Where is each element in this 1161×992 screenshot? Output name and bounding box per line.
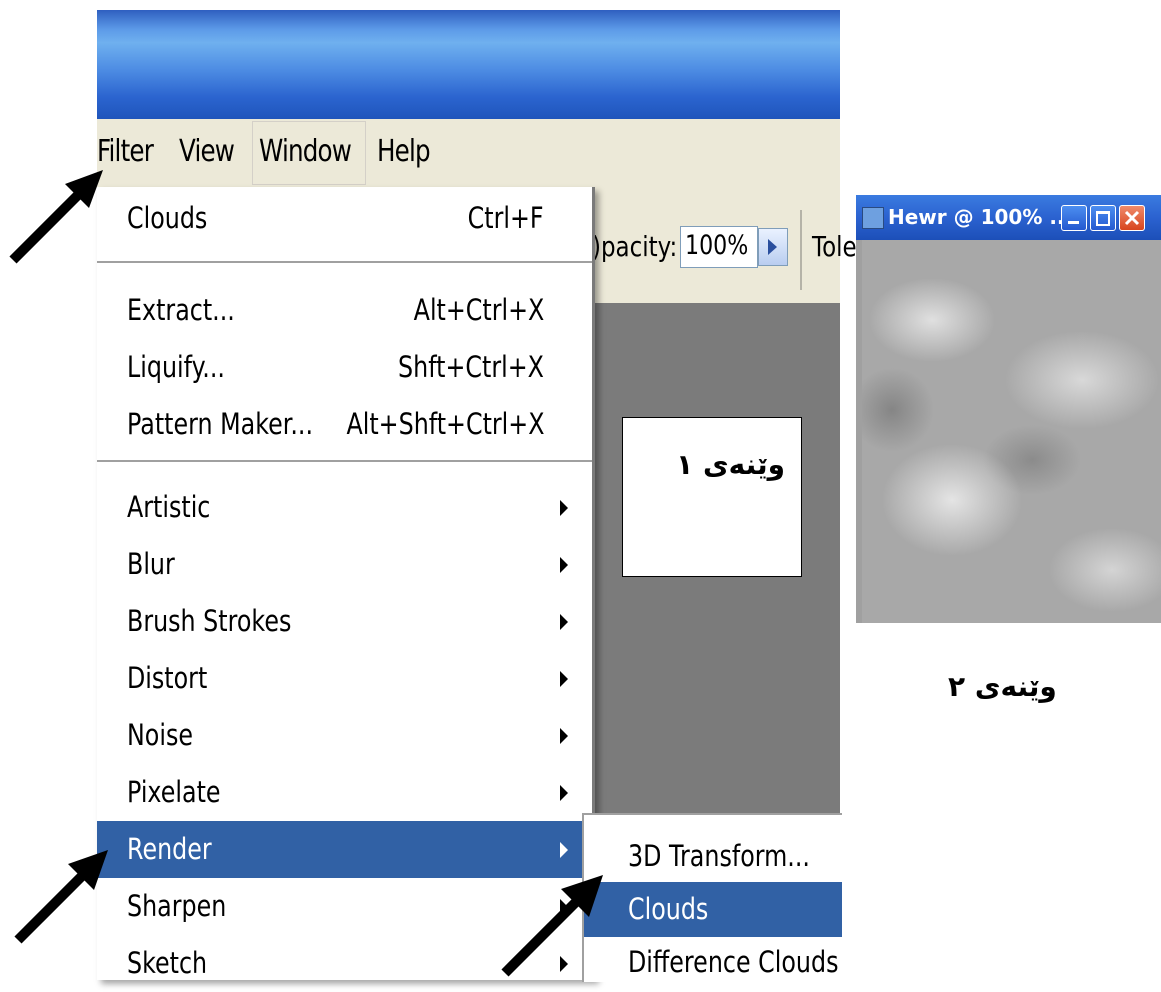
- submenu-arrow-icon: [560, 671, 568, 687]
- menu-item-label: Pattern Maker...: [127, 407, 314, 441]
- submenu-arrow-icon: [560, 557, 568, 573]
- menu-help[interactable]: Help: [377, 119, 431, 187]
- opacity-label: )pacity:: [592, 230, 678, 263]
- menu-item-label: Liquify...: [127, 350, 225, 384]
- menu-item-label: Distort: [127, 661, 208, 695]
- menu-item-shortcut: Alt+Shft+Ctrl+X: [345, 407, 544, 441]
- menu-item-shortcut: Shft+Ctrl+X: [398, 350, 544, 384]
- maximize-icon[interactable]: [1090, 205, 1116, 231]
- filter-menu: Clouds Ctrl+F Extract... Alt+Ctrl+X Liqu…: [97, 187, 595, 980]
- pointer-arrow-icon: [14, 850, 108, 944]
- opacity-value: 100%: [685, 230, 749, 261]
- submenu-arrow-icon: [560, 728, 568, 744]
- filter-menu-item[interactable]: Pixelate: [97, 764, 592, 821]
- pointer-arrow-icon: [9, 170, 103, 264]
- filter-menu-item[interactable]: Distort: [97, 650, 592, 707]
- submenu-arrow-icon: [560, 614, 568, 630]
- menu-item-label: Noise: [127, 718, 193, 752]
- tolerance-label: Tole: [812, 230, 857, 263]
- figure-1-caption-box: وێنەی ١: [622, 417, 802, 577]
- menu-item-label: Render: [127, 832, 212, 866]
- menu-item-label: Extract...: [127, 293, 235, 327]
- opacity-slider-button[interactable]: [758, 228, 788, 266]
- render-submenu-item[interactable]: Difference Clouds: [584, 935, 842, 990]
- filter-menu-item[interactable]: Extract... Alt+Ctrl+X: [97, 282, 592, 339]
- filter-menu-item[interactable]: Brush Strokes: [97, 593, 592, 650]
- filter-menu-item[interactable]: Noise: [97, 707, 592, 764]
- menu-item-label: Clouds: [127, 201, 208, 235]
- close-icon[interactable]: [1119, 205, 1145, 231]
- menu-item-shortcut: Ctrl+F: [468, 201, 544, 235]
- figure-2-caption: وێنەی ٢: [948, 670, 1057, 703]
- toolbar-divider: [800, 210, 802, 290]
- menu-item-label: Pixelate: [127, 775, 221, 809]
- filter-menu-item[interactable]: Clouds Ctrl+F: [97, 190, 592, 247]
- render-submenu: 3D Transform... Clouds Difference Clouds: [582, 813, 842, 982]
- document-title: Hewr @ 100% ...: [888, 205, 1073, 229]
- filter-menu-item[interactable]: Liquify... Shft+Ctrl+X: [97, 339, 592, 396]
- submenu-item-label: Clouds: [628, 892, 709, 926]
- render-submenu-item-clouds[interactable]: Clouds: [584, 882, 842, 937]
- menu-item-label: Brush Strokes: [127, 604, 292, 638]
- document-window: Hewr @ 100% ...: [856, 195, 1161, 623]
- clouds-canvas: [862, 240, 1161, 623]
- menu-item-label: Sharpen: [127, 889, 227, 923]
- menu-view[interactable]: View: [179, 119, 235, 187]
- render-submenu-item[interactable]: 3D Transform...: [584, 829, 842, 884]
- menu-separator: [97, 460, 592, 463]
- figure-1-caption: وێنەی ١: [676, 448, 785, 481]
- opacity-input[interactable]: 100%: [680, 226, 758, 268]
- submenu-item-label: 3D Transform...: [628, 839, 810, 873]
- submenu-arrow-icon: [560, 785, 568, 801]
- menu-separator: [97, 261, 592, 264]
- submenu-arrow-icon: [560, 842, 568, 858]
- menu-item-label: Artistic: [127, 490, 211, 524]
- menu-item-label: Sketch: [127, 946, 208, 980]
- menu-bar: Filter View Window Help: [97, 119, 840, 187]
- menu-item-shortcut: Alt+Ctrl+X: [413, 293, 544, 327]
- menu-item-label: Blur: [127, 547, 175, 581]
- triangle-right-icon: [768, 239, 777, 255]
- submenu-item-label: Difference Clouds: [628, 945, 839, 979]
- filter-menu-item[interactable]: Artistic: [97, 479, 592, 536]
- menu-window[interactable]: Window: [259, 119, 352, 187]
- submenu-arrow-icon: [560, 500, 568, 516]
- document-title-bar[interactable]: Hewr @ 100% ...: [856, 195, 1161, 240]
- filter-menu-item[interactable]: Pattern Maker... Alt+Shft+Ctrl+X: [97, 396, 592, 453]
- app-title-bar: [97, 10, 840, 119]
- document-icon: [862, 207, 884, 229]
- minimize-icon[interactable]: [1061, 205, 1087, 231]
- filter-menu-item[interactable]: Blur: [97, 536, 592, 593]
- pointer-arrow-icon: [501, 875, 603, 977]
